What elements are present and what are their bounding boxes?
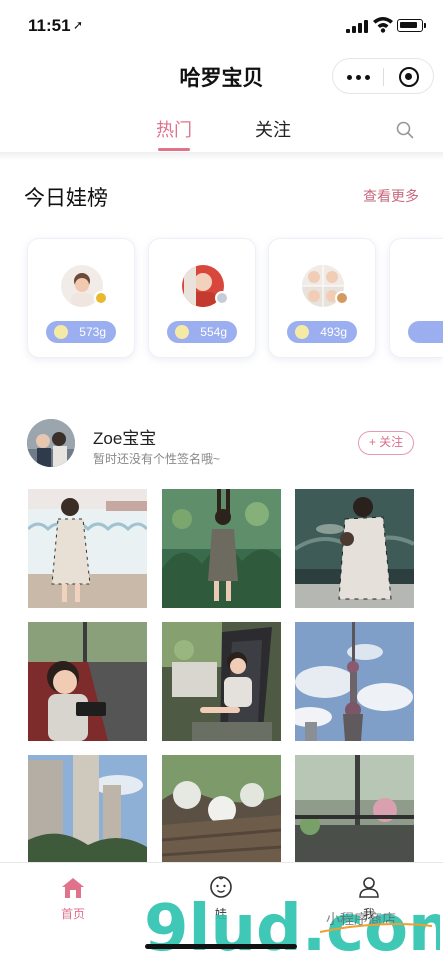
coin-icon xyxy=(54,325,68,339)
post-photo[interactable] xyxy=(295,489,414,608)
view-more-link[interactable]: 查看更多 xyxy=(363,186,419,206)
ranking-card[interactable]: 554g xyxy=(148,238,256,358)
status-bar: 11:51 ➚ xyxy=(0,0,443,52)
post-photo[interactable] xyxy=(162,489,281,608)
more-icon[interactable] xyxy=(347,75,371,80)
ranking-card[interactable]: 573g xyxy=(27,238,135,358)
post-photo[interactable] xyxy=(295,622,414,741)
mini-program-capsule xyxy=(332,58,434,94)
post-photo[interactable] xyxy=(28,489,147,608)
location-arrow-icon: ➚ xyxy=(73,18,84,32)
battery-icon xyxy=(397,19,426,32)
post-photo[interactable] xyxy=(28,755,147,874)
post-user-name[interactable]: Zoe宝宝 xyxy=(93,424,156,449)
ranking-card[interactable]: 493g xyxy=(268,238,376,358)
home-indicator xyxy=(145,944,297,949)
tab-hot[interactable]: 热门 xyxy=(156,116,192,142)
post-photo[interactable] xyxy=(162,755,281,874)
ranking-score: 554g xyxy=(167,321,237,343)
wifi-icon xyxy=(373,17,393,33)
status-time: 11:51 xyxy=(28,16,71,35)
close-mini-program-icon[interactable] xyxy=(399,67,419,87)
active-tab-indicator xyxy=(158,148,190,151)
user-avatar[interactable] xyxy=(27,419,75,467)
cellular-signal-icon xyxy=(346,19,368,33)
post-user-signature: 暂时还没有个性签名哦~ xyxy=(93,452,221,466)
post-photo[interactable] xyxy=(28,622,147,741)
follow-button[interactable]: + 关注 xyxy=(358,431,414,455)
post-photo[interactable] xyxy=(162,622,281,741)
home-icon xyxy=(62,878,84,898)
silver-medal-icon xyxy=(215,291,229,305)
coin-icon xyxy=(295,325,309,339)
tab-follow[interactable]: 关注 xyxy=(255,116,291,142)
gold-medal-icon xyxy=(94,291,108,305)
ranking-title: 今日娃榜 xyxy=(24,187,108,210)
bronze-medal-icon xyxy=(335,291,349,305)
post-photo[interactable] xyxy=(295,755,414,874)
ranking-score: 573g xyxy=(46,321,116,343)
ranking-card[interactable] xyxy=(389,238,443,358)
coin-icon xyxy=(175,325,189,339)
search-icon[interactable] xyxy=(396,121,414,139)
tabbar-item-home[interactable]: 首页 xyxy=(43,875,103,921)
tabbar-label-home: 首页 xyxy=(60,907,85,921)
ranking-score: 493g xyxy=(287,321,357,343)
